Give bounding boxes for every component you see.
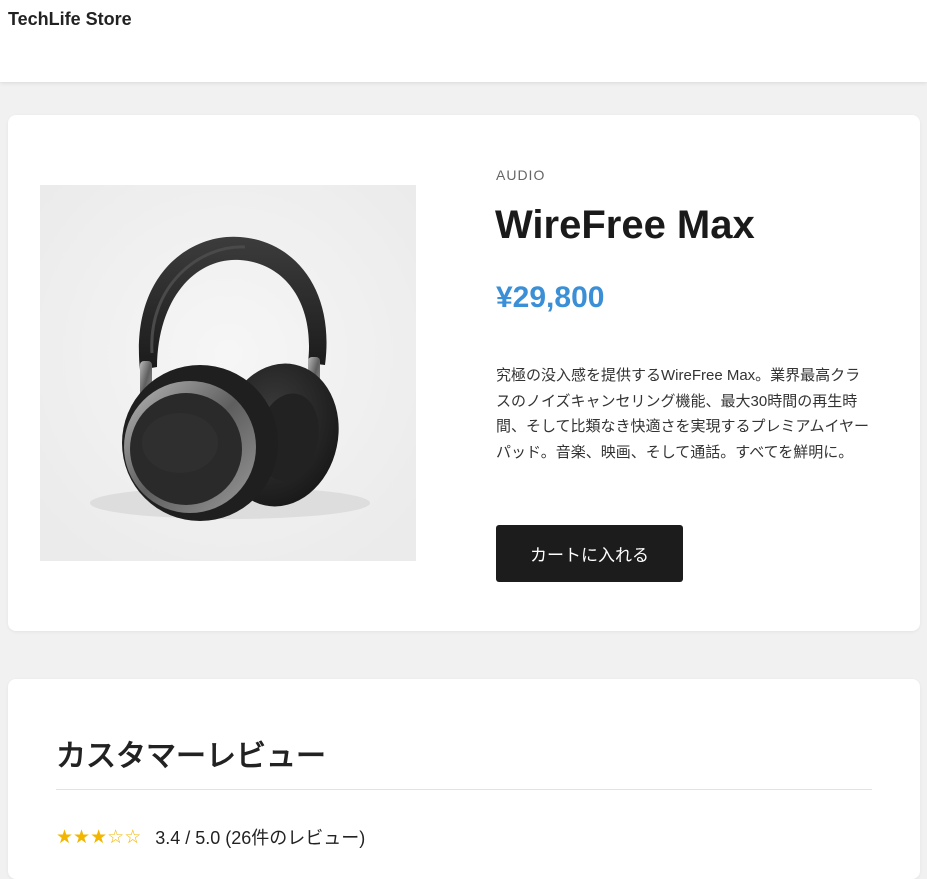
rating-text: 3.4 / 5.0 (26件のレビュー) <box>155 828 366 848</box>
product-price: ¥29,800 <box>496 281 605 314</box>
reviews-heading: カスタマーレビュー <box>56 740 326 773</box>
rating-summary: ★ ★ ★ ☆ ☆ 3.4 / 5.0 (26件のレビュー) <box>56 824 365 850</box>
product-title: WireFree Max <box>495 203 755 247</box>
store-logo-link[interactable]: TechLife Store <box>8 9 132 30</box>
product-image <box>40 185 416 561</box>
headphones-image <box>40 185 416 561</box>
product-description: 究極の没入感を提供するWireFree Max。業界最高クラスのノイズキャンセリ… <box>496 367 870 461</box>
product-card: AUDIO WireFree Max ¥29,800 究極の没入感を提供するWi… <box>8 115 920 631</box>
customer-reviews-section: カスタマーレビュー ★ ★ ★ ☆ ☆ 3.4 / 5.0 (26件のレビュー) <box>8 679 920 879</box>
add-to-cart-button[interactable]: カートに入れる <box>496 525 683 582</box>
divider <box>56 789 872 790</box>
product-category: AUDIO <box>496 167 546 183</box>
site-header: TechLife Store <box>0 0 927 82</box>
